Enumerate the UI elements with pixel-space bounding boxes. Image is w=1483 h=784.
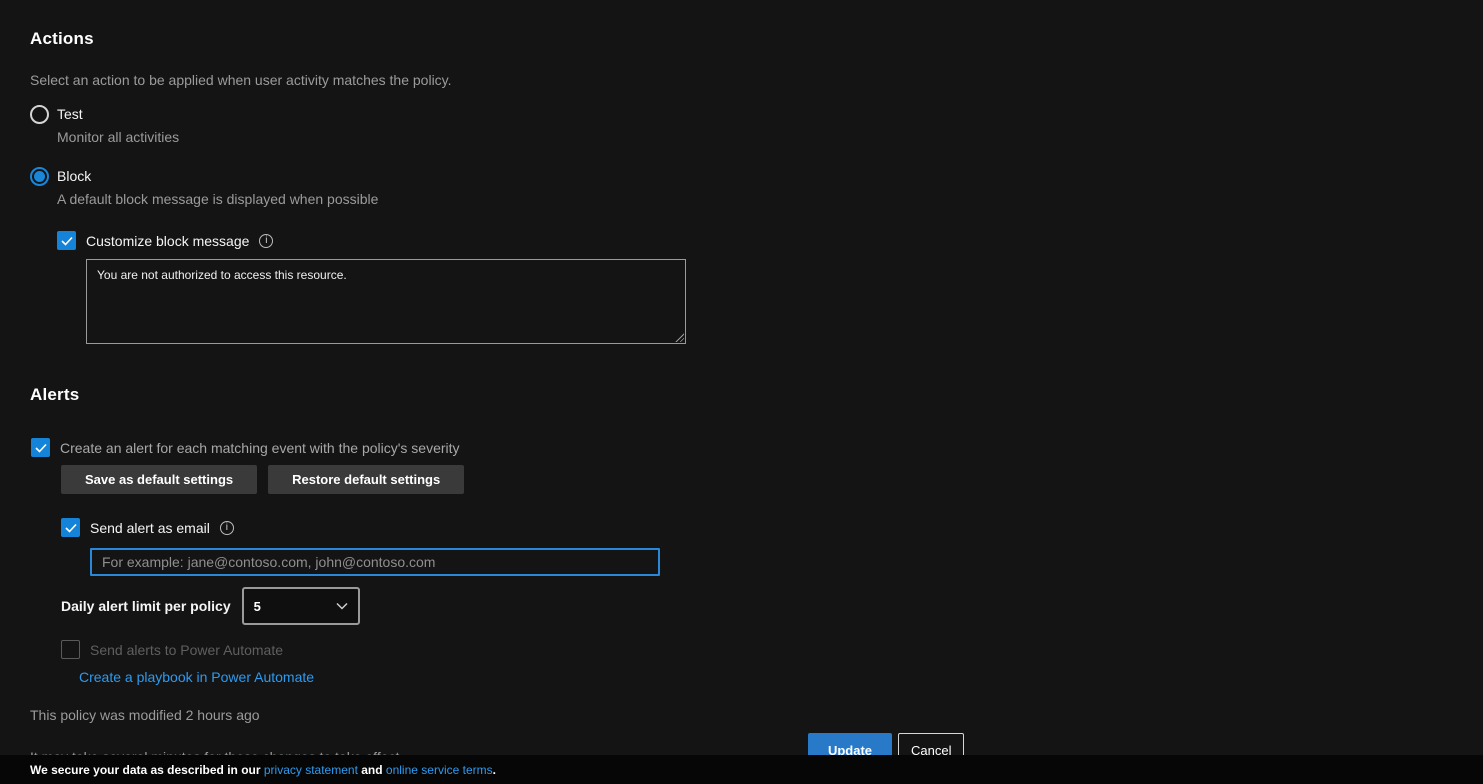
checkmark-icon: [65, 523, 77, 533]
alerts-section-title: Alerts: [30, 384, 1483, 406]
send-alert-email-label: Send alert as email: [90, 519, 210, 537]
actions-description: Select an action to be applied when user…: [30, 72, 1483, 88]
create-alert-label: Create an alert for each matching event …: [60, 439, 460, 457]
info-icon: i: [259, 234, 273, 248]
save-default-settings-button[interactable]: Save as default settings: [61, 465, 257, 494]
policy-modified-status: This policy was modified 2 hours ago: [30, 707, 1483, 723]
chevron-down-icon: [336, 602, 348, 610]
create-alert-checkbox[interactable]: Create an alert for each matching event …: [31, 438, 1483, 457]
footer-legal: We secure your data as described in our …: [0, 755, 1483, 784]
radio-selected-icon[interactable]: [30, 167, 49, 186]
checkmark-icon: [61, 236, 73, 246]
checkmark-icon: [35, 443, 47, 453]
radio-option-test[interactable]: Test: [30, 104, 1483, 124]
actions-section-title: Actions: [30, 28, 1483, 50]
block-message-field-wrap: You are not authorized to access this re…: [86, 259, 686, 344]
footer-secure-text: We secure your data as described in our: [30, 763, 264, 777]
footer-and-text: and: [358, 763, 386, 777]
create-playbook-link[interactable]: Create a playbook in Power Automate: [79, 669, 314, 685]
daily-alert-limit-select[interactable]: 5: [242, 587, 360, 625]
online-service-terms-link[interactable]: online service terms: [386, 763, 493, 777]
daily-alert-limit-label: Daily alert limit per policy: [61, 598, 231, 614]
alert-email-input[interactable]: [90, 548, 660, 576]
radio-test-label: Test: [57, 105, 83, 123]
footer-period: .: [493, 763, 496, 777]
block-message-textarea[interactable]: You are not authorized to access this re…: [86, 259, 686, 344]
checkbox-checked-icon[interactable]: [57, 231, 76, 250]
customize-block-message-label: Customize block message: [86, 232, 249, 250]
customize-block-message-checkbox[interactable]: Customize block message i: [57, 231, 1483, 250]
radio-block-label: Block: [57, 167, 91, 185]
daily-alert-limit-value: 5: [254, 599, 261, 614]
send-alerts-power-automate-label: Send alerts to Power Automate: [90, 641, 283, 659]
radio-unselected-icon[interactable]: [30, 105, 49, 124]
radio-option-block[interactable]: Block: [30, 166, 1483, 186]
checkbox-unchecked-disabled-icon: [61, 640, 80, 659]
checkbox-checked-icon[interactable]: [31, 438, 50, 457]
privacy-statement-link[interactable]: privacy statement: [264, 763, 358, 777]
policy-settings-page: Actions Select an action to be applied w…: [0, 0, 1483, 765]
daily-alert-limit-row: Daily alert limit per policy 5: [61, 587, 1483, 625]
checkbox-checked-icon[interactable]: [61, 518, 80, 537]
default-settings-button-row: Save as default settings Restore default…: [61, 465, 1483, 494]
send-alert-email-checkbox[interactable]: Send alert as email i: [61, 518, 1483, 537]
info-icon: i: [220, 521, 234, 535]
restore-default-settings-button[interactable]: Restore default settings: [268, 465, 464, 494]
send-alerts-power-automate-checkbox: Send alerts to Power Automate: [61, 640, 1483, 659]
radio-test-description: Monitor all activities: [57, 129, 1483, 145]
radio-block-description: A default block message is displayed whe…: [57, 191, 1483, 207]
